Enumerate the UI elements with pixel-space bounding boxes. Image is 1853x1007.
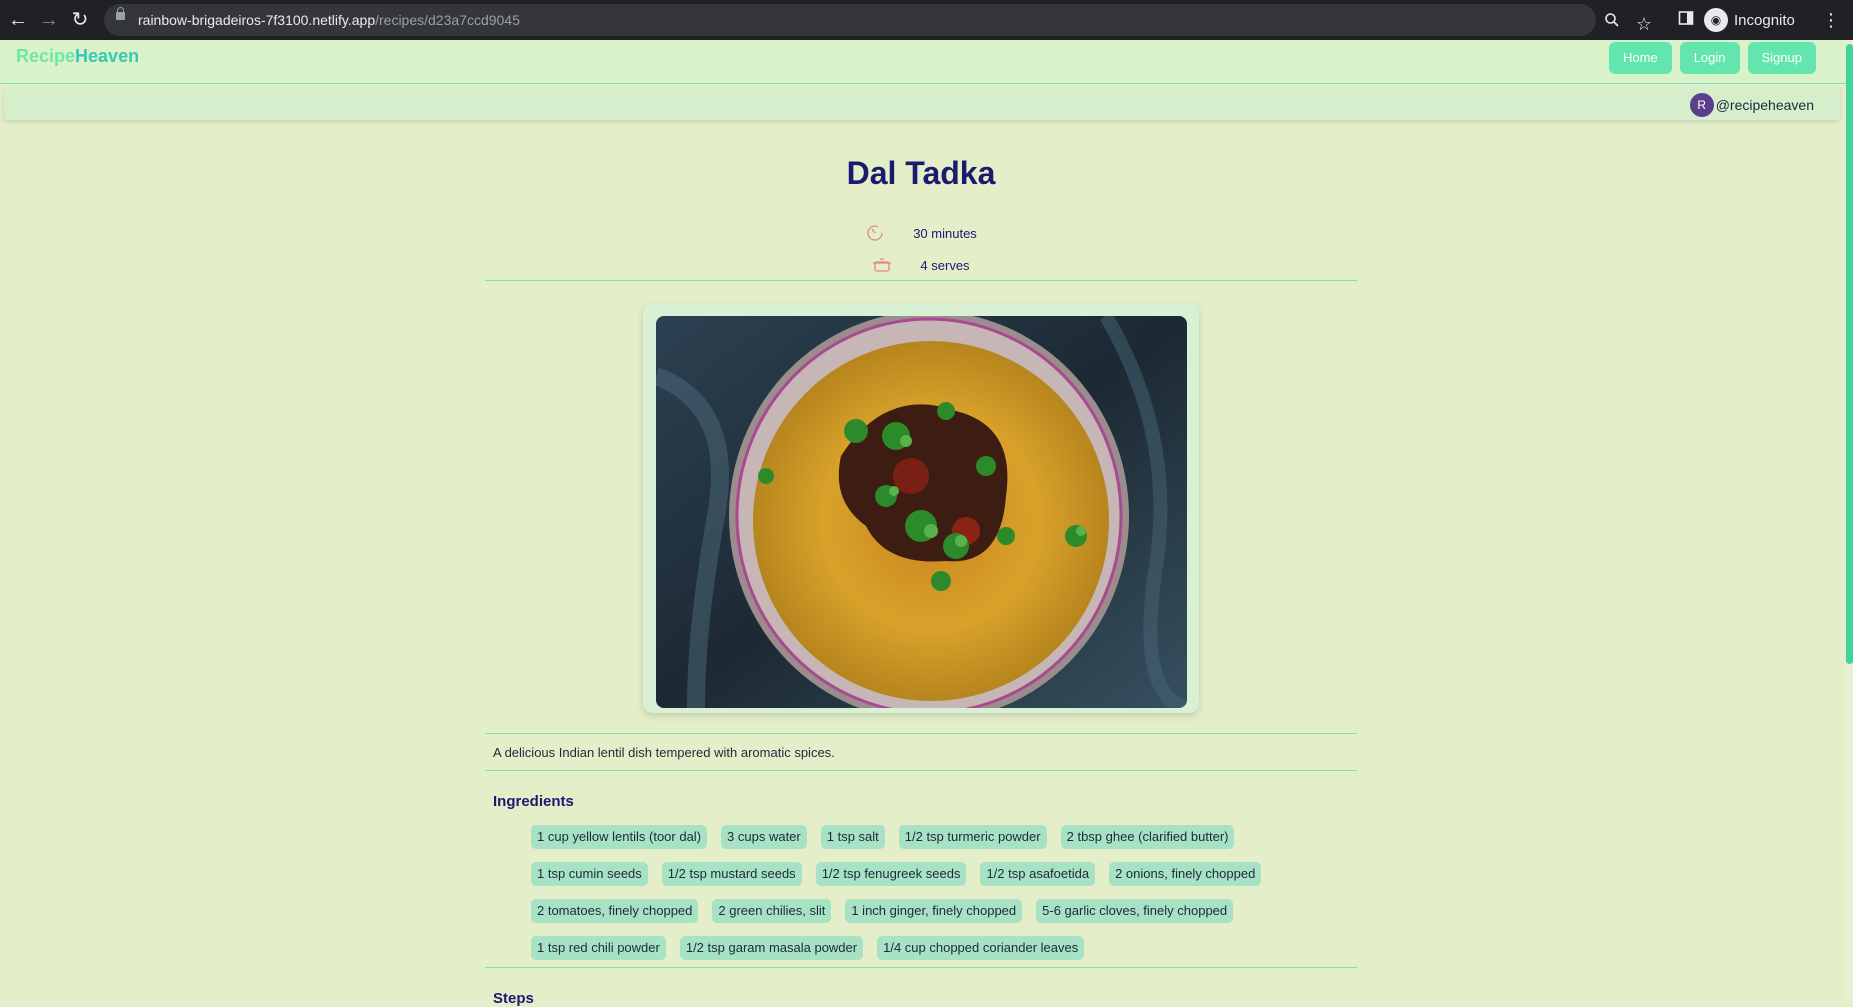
steps-heading: Steps	[493, 990, 534, 1007]
signup-button[interactable]: Signup	[1747, 42, 1816, 74]
browser-toolbar: ← → ↻ rainbow-brigadeiros-7f3100.netlify…	[0, 0, 1853, 40]
cook-time: 30 minutes	[485, 223, 1357, 243]
divider	[485, 280, 1357, 281]
recipe-description: A delicious Indian lentil dish tempered …	[493, 745, 835, 760]
ingredient-chip: 1 inch ginger, finely chopped	[845, 899, 1023, 923]
user-profile[interactable]: R @recipeheaven	[1689, 93, 1814, 117]
login-button[interactable]: Login	[1679, 42, 1740, 74]
incognito-indicator[interactable]: ◉ Incognito	[1704, 7, 1795, 33]
ingredient-chip: 1 cup yellow lentils (toor dal)	[531, 825, 708, 849]
servings: 4 serves	[485, 255, 1357, 275]
ingredient-chip: 1/2 tsp asafoetida	[980, 862, 1096, 886]
user-bar: R @recipeheaven	[4, 86, 1840, 120]
timer-icon	[865, 223, 885, 243]
incognito-icon: ◉	[1704, 8, 1728, 32]
ingredient-chip: 2 tbsp ghee (clarified butter)	[1060, 825, 1235, 849]
recipe-title: Dal Tadka	[846, 155, 996, 191]
cooking-pot-icon	[872, 255, 892, 275]
bookmark-star-icon[interactable]: ☆	[1632, 12, 1656, 36]
zoom-icon[interactable]	[1600, 12, 1624, 36]
ingredient-chip: 1/2 tsp garam masala powder	[679, 936, 864, 960]
site-navbar: RecipeHeaven Home Login Signup	[0, 40, 1846, 84]
ingredient-chip: 1/4 cup chopped coriander leaves	[877, 936, 1085, 960]
url-text[interactable]: rainbow-brigadeiros-7f3100.netlify.app/r…	[138, 12, 520, 28]
back-arrow-icon[interactable]: ←	[6, 8, 30, 32]
divider	[485, 967, 1357, 968]
ingredient-chip: 1/2 tsp mustard seeds	[661, 862, 802, 886]
side-panel-icon[interactable]	[1674, 8, 1698, 32]
username: @recipeheaven	[1715, 97, 1814, 113]
ingredient-chip: 1 tsp red chili powder	[531, 936, 666, 960]
scrollbar-thumb[interactable]	[1846, 44, 1853, 664]
recipe-photo	[656, 316, 1187, 708]
ingredient-chip: 1/2 tsp fenugreek seeds	[815, 862, 967, 886]
ingredients-heading: Ingredients	[493, 793, 574, 810]
ingredient-chip: 2 green chilies, slit	[712, 899, 832, 923]
reload-icon[interactable]: ↻	[68, 8, 92, 32]
avatar: R	[1689, 93, 1714, 117]
ingredient-chip: 5-6 garlic cloves, finely chopped	[1036, 899, 1234, 923]
divider	[485, 770, 1357, 771]
ingredient-chip: 1 tsp salt	[820, 825, 885, 849]
menu-kebab-icon[interactable]: ⋮	[1819, 8, 1843, 32]
ingredient-chip: 1 tsp cumin seeds	[531, 862, 648, 886]
ingredient-chip: 2 tomatoes, finely chopped	[531, 899, 699, 923]
divider	[485, 733, 1357, 734]
ingredient-chip: 3 cups water	[721, 825, 807, 849]
recipe-image-card	[643, 303, 1199, 713]
ingredients-list: 1 cup yellow lentils (toor dal) 3 cups w…	[531, 825, 1331, 973]
ingredient-chip: 1/2 tsp turmeric powder	[898, 825, 1047, 849]
home-button[interactable]: Home	[1609, 42, 1672, 74]
ingredient-chip: 2 onions, finely chopped	[1109, 862, 1262, 886]
address-bar[interactable]: rainbow-brigadeiros-7f3100.netlify.app/r…	[104, 4, 1652, 36]
forward-arrow-icon[interactable]: →	[37, 8, 61, 32]
lock-icon	[116, 7, 125, 20]
page-scrollbar[interactable]	[1846, 40, 1853, 1001]
brand-logo[interactable]: RecipeHeaven	[16, 46, 139, 67]
